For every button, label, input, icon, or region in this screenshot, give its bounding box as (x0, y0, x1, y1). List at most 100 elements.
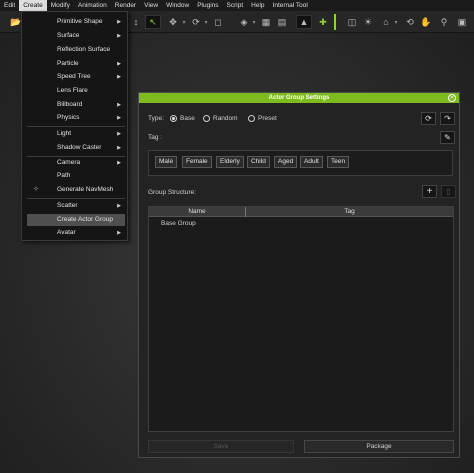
plus-icon: + (426, 186, 433, 197)
pencil-icon: ✎ (444, 133, 451, 142)
tag-chip-elderly[interactable]: Elderly (216, 156, 244, 168)
tag-label: Tag : (148, 134, 163, 141)
rotate-tool-icon[interactable]: ⟳ (190, 15, 202, 29)
submenu-arrow-icon: ▶ (117, 102, 121, 108)
radio-preset[interactable] (248, 115, 255, 122)
submenu-arrow-icon: ▶ (117, 74, 121, 80)
menu-help[interactable]: Help (247, 0, 268, 11)
menu-create[interactable]: Create (19, 0, 47, 11)
menu-item-camera[interactable]: Camera ▶ (27, 157, 125, 169)
menu-item-create-actor-group[interactable]: Create Actor Group (27, 214, 125, 226)
menu-item-light[interactable]: Light ▶ (27, 128, 125, 140)
tag-chip-child[interactable]: Child (247, 156, 270, 168)
group-structure-label: Group Structure: (148, 189, 197, 196)
tag-chip-teen[interactable]: Teen (327, 156, 350, 168)
refresh-icon: ⟳ (425, 114, 432, 123)
menu-item-surface[interactable]: Surface ▶ (27, 30, 125, 42)
menu-plugins[interactable]: Plugins (193, 0, 222, 11)
menu-item-particle[interactable]: Particle ▶ (27, 58, 125, 70)
tag-chip-adult[interactable]: Adult (300, 156, 323, 168)
export-button[interactable]: ↷ (440, 112, 455, 125)
actor-group-settings-dialog: Actor Group Settings ✕ Type: Base Random… (138, 92, 460, 458)
home-icon[interactable]: ⌂ (380, 15, 392, 29)
dialog-title: Actor Group Settings (139, 93, 459, 103)
grid-icon[interactable]: ▤ (276, 15, 288, 29)
toolbar-divider (334, 14, 336, 30)
hand-icon[interactable]: ✋ (420, 15, 432, 29)
chevron-down-icon[interactable]: ▾ (203, 15, 209, 29)
tree-row[interactable]: Base Group (149, 219, 453, 230)
tag-chip-female[interactable]: Female (182, 156, 212, 168)
menu-animation[interactable]: Animation (74, 0, 111, 11)
frame-icon[interactable]: ▣ (456, 15, 468, 29)
tag-chip-aged[interactable]: Aged (274, 156, 298, 168)
submenu-arrow-icon: ▶ (117, 131, 121, 137)
menu-item-generate-navmesh[interactable]: ✧ Generate NavMesh (27, 184, 125, 196)
submenu-arrow-icon: ▶ (117, 203, 121, 209)
menu-window[interactable]: Window (162, 0, 193, 11)
refresh-button[interactable]: ⟳ (421, 112, 436, 125)
menu-edit[interactable]: Edit (0, 0, 19, 11)
edit-tags-button[interactable]: ✎ (440, 131, 455, 144)
tree-row-name: Base Group (161, 220, 196, 227)
snap-icon[interactable]: ◈ (238, 15, 250, 29)
terrain-icon[interactable]: ▲ (296, 15, 312, 29)
menu-item-avatar[interactable]: Avatar ▶ (27, 227, 125, 239)
menu-bar: Edit Create Modify Animation Render View… (0, 0, 474, 11)
submenu-arrow-icon: ▶ (117, 230, 121, 236)
radio-base[interactable] (170, 115, 177, 122)
radio-random[interactable] (203, 115, 210, 122)
sun-icon[interactable]: ☀ (362, 15, 374, 29)
save-button[interactable]: Save (148, 440, 294, 453)
menu-item-path[interactable]: Path (27, 170, 125, 182)
column-header-tag[interactable]: Tag (246, 207, 453, 217)
menu-item-shadow-caster[interactable]: Shadow Caster ▶ (27, 142, 125, 154)
tag-chip-male[interactable]: Male (155, 156, 178, 168)
delete-group-button[interactable]: ▯ (441, 185, 456, 198)
package-button[interactable]: Package (304, 440, 454, 453)
menu-view[interactable]: View (140, 0, 162, 11)
column-header-name[interactable]: Name (149, 207, 245, 217)
zoom-icon[interactable]: ⚲ (438, 15, 450, 29)
chevron-down-icon[interactable]: ▾ (251, 15, 257, 29)
select-tool-icon[interactable]: ↖ (145, 15, 161, 29)
group-structure-tree[interactable]: Name Tag Base Group (148, 206, 454, 432)
chevron-down-icon[interactable]: ▾ (393, 15, 399, 29)
menu-separator (27, 126, 125, 127)
export-icon: ↷ (444, 114, 451, 123)
menu-item-billboard[interactable]: Billboard ▶ (27, 99, 125, 111)
menu-item-reflection-surface[interactable]: Reflection Surface (27, 44, 125, 56)
menu-modify[interactable]: Modify (47, 0, 74, 11)
submenu-arrow-icon: ▶ (117, 19, 121, 25)
view-toggle-icon[interactable]: ◫ (345, 15, 359, 29)
submenu-arrow-icon: ▶ (117, 145, 121, 151)
align-icon[interactable]: ▦ (260, 15, 272, 29)
menu-item-scatter[interactable]: Scatter ▶ (27, 200, 125, 212)
submenu-arrow-icon: ▶ (117, 115, 121, 121)
translate-tool-icon[interactable]: ✥ (166, 15, 180, 29)
menu-item-primitive-shape[interactable]: Primitive Shape ▶ (27, 16, 125, 28)
close-icon[interactable]: ✕ (448, 94, 456, 102)
menu-item-speed-tree[interactable]: Speed Tree ▶ (27, 71, 125, 83)
menu-item-physics[interactable]: Physics ▶ (27, 112, 125, 124)
menu-item-lens-flare[interactable]: Lens Flare (27, 85, 125, 97)
add-object-icon[interactable]: ✚ (318, 15, 328, 29)
menu-render[interactable]: Render (111, 0, 140, 11)
tree-header: Name Tag (149, 207, 453, 217)
type-label: Type: (148, 115, 164, 122)
tag-list: Male Female Elderly Child Aged Adult Tee… (148, 150, 453, 176)
scale-tool-icon[interactable]: ◻ (212, 15, 224, 29)
submenu-arrow-icon: ▶ (117, 160, 121, 166)
navmesh-icon: ✧ (33, 186, 39, 193)
move-tool-icon[interactable]: ↕ (131, 15, 141, 29)
menu-internal-tool[interactable]: Internal Tool (269, 0, 312, 11)
radio-preset-label: Preset (258, 115, 277, 122)
chevron-down-icon[interactable]: ▾ (181, 15, 187, 29)
radio-random-label: Random (213, 115, 238, 122)
rotate-view-icon[interactable]: ⟲ (404, 15, 416, 29)
create-dropdown-menu: Primitive Shape ▶ Surface ▶ Reflection Sur… (21, 11, 128, 241)
menu-script[interactable]: Script (223, 0, 248, 11)
add-group-button[interactable]: + (422, 185, 437, 198)
submenu-arrow-icon: ▶ (117, 33, 121, 39)
menu-separator (27, 198, 125, 199)
